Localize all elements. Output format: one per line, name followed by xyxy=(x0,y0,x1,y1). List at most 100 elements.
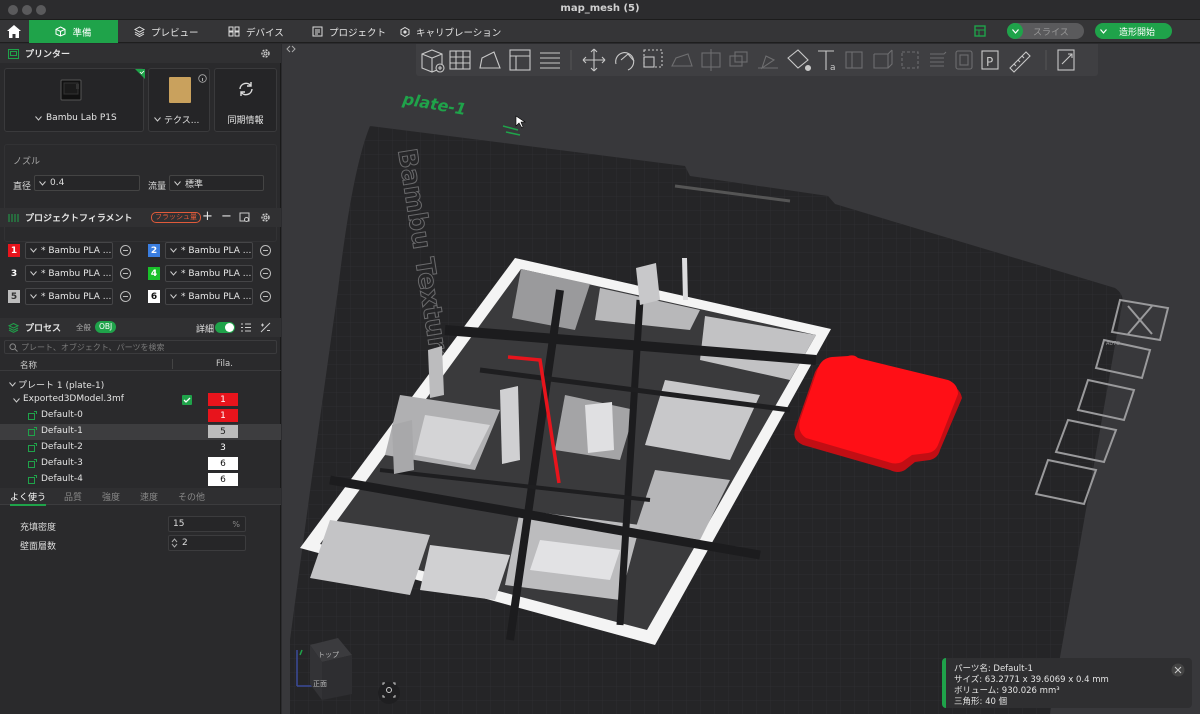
subtab-quality[interactable]: 品質 xyxy=(64,490,82,503)
filament-index-badge[interactable]: 6 xyxy=(208,457,238,470)
seam-paint-icon[interactable] xyxy=(901,51,919,69)
auto-label: AUTO xyxy=(1106,341,1120,347)
support-paint-icon[interactable] xyxy=(758,55,778,70)
slice-button[interactable]: スライス xyxy=(1007,23,1084,39)
filament-slot-number[interactable]: 5 xyxy=(8,290,20,303)
filament-slot-number[interactable]: 3 xyxy=(8,267,20,280)
wall-loops-stepper[interactable]: 2 xyxy=(168,535,246,551)
filament-slot-number[interactable]: 4 xyxy=(148,267,160,280)
filament-slot-number[interactable]: 1 xyxy=(8,244,20,257)
tree-part-row[interactable]: Default-2 3 xyxy=(0,440,281,456)
print-button[interactable]: 造形開始 xyxy=(1095,23,1172,39)
tab-calibration[interactable]: キャリブレーション xyxy=(400,20,501,43)
object-search-input[interactable]: プレート、オブジェクト、パーツを検索 xyxy=(4,340,277,354)
text-icon[interactable]: a xyxy=(818,50,836,73)
object-visible-checkbox[interactable] xyxy=(182,395,192,405)
assembly-icon[interactable] xyxy=(873,49,893,69)
variable-layer-icon[interactable] xyxy=(955,50,973,70)
scale-icon[interactable] xyxy=(643,49,663,68)
plate-type-card[interactable]: テクス... xyxy=(148,68,210,132)
filament-slot-select[interactable]: * Bambu PLA ... xyxy=(165,288,253,305)
rotate-icon[interactable] xyxy=(615,52,635,71)
printer-settings-gear-icon[interactable] xyxy=(260,48,271,59)
filament-index-badge[interactable]: 1 xyxy=(208,409,238,422)
cut-icon[interactable] xyxy=(701,49,721,71)
info-icon[interactable] xyxy=(198,74,207,83)
scope-obj-toggle[interactable]: OBJ xyxy=(95,321,117,333)
scope-all-toggle[interactable]: 全般 xyxy=(76,322,91,333)
add-object-icon[interactable] xyxy=(421,49,445,73)
filament-slot-select[interactable]: * Bambu PLA ... xyxy=(25,288,113,305)
flush-volume-badge[interactable]: フラッシュ量 xyxy=(151,212,201,223)
filament-index-badge[interactable]: 5 xyxy=(208,425,238,438)
3d-scene[interactable]: Bambu Textured P plate-1 AUTO トップ 正面 xyxy=(282,44,1200,714)
measure-icon[interactable] xyxy=(845,51,863,69)
subtab-speed[interactable]: 速度 xyxy=(140,490,158,503)
subtab-common[interactable]: よく使う xyxy=(10,490,47,506)
tree-part-row[interactable]: Default-4 6 xyxy=(0,472,281,488)
filament-slot-number[interactable]: 2 xyxy=(148,244,160,257)
filament-index-badge[interactable]: 6 xyxy=(208,473,238,486)
nozzle-diameter-select[interactable]: 0.4 xyxy=(34,175,140,191)
subtab-strength[interactable]: 強度 xyxy=(102,490,120,503)
split-layers-icon[interactable] xyxy=(540,52,560,69)
filament-sync-icon[interactable] xyxy=(239,212,250,223)
remove-filament-slot-icon[interactable] xyxy=(120,291,131,302)
remove-filament-icon[interactable]: − xyxy=(221,209,232,224)
flow-select[interactable]: 標準 xyxy=(169,175,264,191)
detail-toggle[interactable] xyxy=(215,322,235,333)
tab-device-label: デバイス xyxy=(246,27,284,39)
remove-filament-slot-icon[interactable] xyxy=(260,268,271,279)
tree-plate-row[interactable]: プレート 1 (plate-1) xyxy=(0,376,281,392)
print-dropdown[interactable] xyxy=(1095,23,1111,39)
brim-ears-icon[interactable]: P xyxy=(981,50,999,70)
infill-density-input[interactable]: 15 % xyxy=(168,516,246,532)
tree-object-row[interactable]: Exported3DModel.3mf 1 xyxy=(0,392,281,408)
slice-dropdown[interactable] xyxy=(1007,23,1023,39)
lay-on-face-icon[interactable] xyxy=(671,53,693,67)
filament-index-badge[interactable]: 1 xyxy=(208,393,238,406)
move-icon[interactable] xyxy=(582,48,606,72)
orient-icon[interactable] xyxy=(479,51,501,69)
filament-slot-number[interactable]: 6 xyxy=(148,290,160,303)
subtab-others[interactable]: その他 xyxy=(178,490,205,503)
home-button[interactable] xyxy=(0,20,28,43)
remove-filament-slot-icon[interactable] xyxy=(260,291,271,302)
remove-filament-slot-icon[interactable] xyxy=(260,245,271,256)
close-info-icon[interactable] xyxy=(1171,663,1185,677)
plate-edit-icon[interactable] xyxy=(502,125,521,136)
color-paint-icon[interactable] xyxy=(787,49,812,72)
printer-card[interactable]: Bambu Lab P1S xyxy=(4,68,145,132)
mesh-boolean-icon[interactable] xyxy=(729,51,748,67)
3d-viewport[interactable]: Bambu Textured P plate-1 AUTO トップ 正面 xyxy=(282,44,1200,714)
arrange-icon[interactable] xyxy=(509,49,531,71)
plate-manager-icon[interactable] xyxy=(974,25,986,37)
fuzzy-skin-icon[interactable] xyxy=(930,51,947,67)
compare-settings-icon[interactable] xyxy=(260,322,271,333)
collapse-sidebar-icon[interactable] xyxy=(286,44,296,54)
filament-slot-select[interactable]: * Bambu PLA ... xyxy=(165,265,253,282)
assembly-view-icon[interactable] xyxy=(1057,49,1075,71)
add-filament-icon[interactable]: + xyxy=(202,209,213,224)
plate-label[interactable]: plate-1 xyxy=(400,89,467,119)
filament-settings-gear-icon[interactable] xyxy=(260,212,271,223)
ruler-icon[interactable] xyxy=(1009,51,1031,73)
tab-prepare[interactable]: 準備 xyxy=(29,20,118,43)
list-view-icon[interactable] xyxy=(241,323,251,332)
tree-part-row[interactable]: Default-0 1 xyxy=(0,408,281,424)
tab-device[interactable]: デバイス xyxy=(228,20,284,43)
tree-part-row[interactable]: Default-3 6 xyxy=(0,456,281,472)
filament-slot-select[interactable]: * Bambu PLA ... xyxy=(165,242,253,259)
filament-index-badge[interactable]: 3 xyxy=(208,441,238,454)
filament-slot-select[interactable]: * Bambu PLA ... xyxy=(25,242,113,259)
add-plate-icon[interactable] xyxy=(449,50,471,70)
tree-part-row[interactable]: Default-1 5 xyxy=(0,424,281,440)
tab-preview[interactable]: プレビュー xyxy=(134,20,199,43)
sync-info-button[interactable]: 同期情報 xyxy=(214,68,277,132)
filament-slot-select[interactable]: * Bambu PLA ... xyxy=(25,265,113,282)
tab-project[interactable]: プロジェクト xyxy=(312,20,386,43)
stepper-arrows-icon[interactable] xyxy=(171,538,178,548)
remove-filament-slot-icon[interactable] xyxy=(120,245,131,256)
remove-filament-slot-icon[interactable] xyxy=(120,268,131,279)
fit-view-button[interactable] xyxy=(378,682,400,704)
